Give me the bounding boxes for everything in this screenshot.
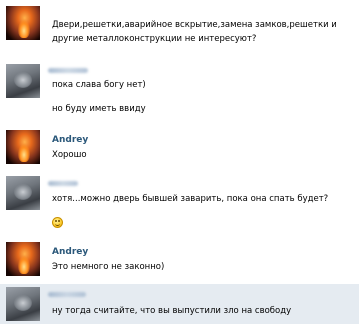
avatar-andrey[interactable] [6,130,40,164]
author-name[interactable]: Andrey [52,135,88,145]
message-text: Хорошо [52,150,87,160]
author-name-blurred [48,181,78,186]
message-text: хотя...можно дверь бывшей заварить, пока… [52,194,329,204]
author-name-blurred [48,68,88,73]
message-item: пока слава богу нет) но буду иметь ввиду [0,62,359,126]
message-item: Andrey Это немного не законно) [0,238,359,284]
message-item: Andrey Хорошо [0,126,359,174]
avatar-andrey[interactable] [6,6,40,40]
avatar-andrey[interactable] [6,242,40,276]
message-text: Двери,решетки,аварийное вскрытие,замена … [52,20,340,44]
author-name-blurred [48,292,86,297]
message-item: хотя...можно дверь бывшей заварить, пока… [0,174,359,238]
message-item-highlighted: ну тогда считайте, что вы выпустили зло … [0,284,359,324]
smile-emoji-icon [52,217,63,228]
author-name[interactable]: Andrey [52,247,88,257]
avatar-user[interactable] [6,64,40,98]
avatar-user[interactable] [6,287,40,321]
message-text: Это немного не законно) [52,262,165,272]
message-text-continued: но буду иметь ввиду [52,104,146,114]
message-text: пока слава богу нет) [52,80,146,90]
message-text: ну тогда считайте, что вы выпустили зло … [52,306,292,316]
avatar-user[interactable] [6,176,40,210]
message-item: Двери,решетки,аварийное вскрытие,замена … [0,0,359,62]
chat-history: Двери,решетки,аварийное вскрытие,замена … [0,0,359,324]
